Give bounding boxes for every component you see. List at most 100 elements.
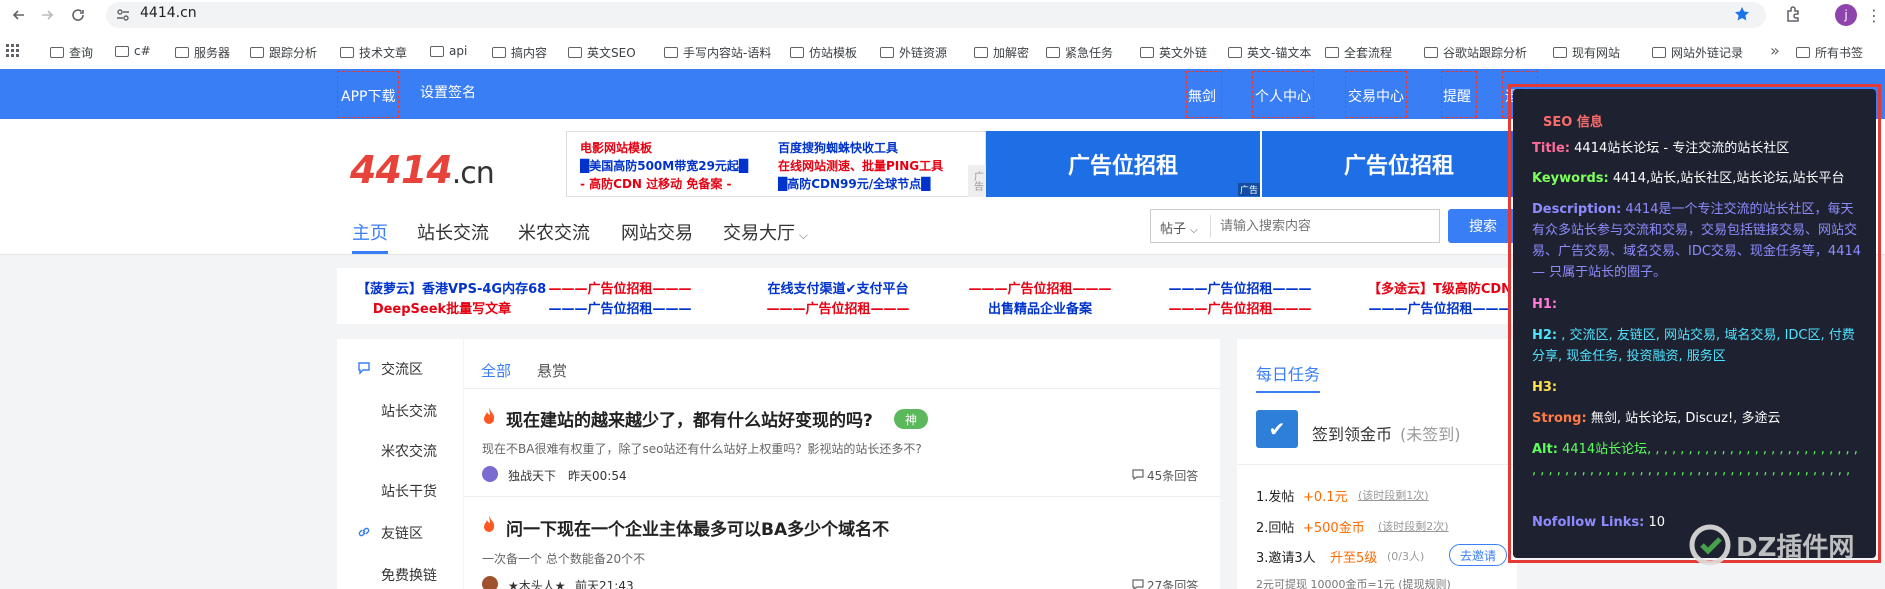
ad-line[interactable]: 电影网站模板 [580, 139, 652, 156]
bookmark-item[interactable]: 技术文章 [340, 44, 407, 61]
bookmark-label: 英文外链 [1159, 46, 1208, 60]
post-title[interactable]: 问一下现在一个企业主体最多可以BA多少个域名不 [506, 515, 889, 540]
comment-icon [1132, 469, 1144, 480]
sidebar-item-domainer[interactable]: 米农交流 [381, 441, 437, 461]
task-note[interactable]: (该时段剩2次) [1378, 518, 1449, 534]
folder-icon [250, 47, 264, 58]
text-ad-link[interactable]: 【多途云】T级高防CDN [1355, 278, 1525, 297]
task-label: 2.回帖 [1256, 521, 1295, 536]
ad-line[interactable]: █高防CDN99元/全球节点█ [778, 175, 930, 192]
sidebar-item-tips[interactable]: 站长干货 [381, 481, 437, 501]
sidebar-section-links[interactable]: 友链区 [381, 523, 423, 543]
profile-avatar[interactable]: j [1835, 4, 1857, 26]
ad-line[interactable]: - 高防CDN 过移动 免备案 - [580, 175, 731, 192]
post-title[interactable]: 现在建站的越来越少了，都有什么站好变现的吗? [506, 406, 873, 431]
bookmark-item[interactable]: 英文-锚文本 [1228, 44, 1311, 61]
signature-link[interactable]: 设置签名 [420, 82, 476, 102]
text-ad-link[interactable]: ———广告位招租——— [535, 298, 705, 317]
signin-link[interactable]: 签到领金币 [1312, 421, 1392, 445]
text-ad-link[interactable]: DeepSeek批量写文章 [357, 298, 527, 317]
bookmark-star-icon[interactable] [1734, 6, 1750, 22]
bookmark-item[interactable]: 手写内容站-语料 [664, 44, 771, 61]
url-text[interactable]: 4414.cn [140, 5, 197, 21]
search-type-select[interactable]: 帖子 ⌵ [1160, 218, 1198, 237]
text-ad-link[interactable]: ———广告位招租——— [1155, 298, 1325, 317]
menu-icon[interactable]: ⋮ [1866, 6, 1882, 25]
folder-icon [664, 47, 678, 58]
text-ad-link[interactable]: ———广告位招租——— [955, 278, 1125, 297]
post-summary[interactable]: 一次备一个 总个数能备20个不 [482, 550, 645, 567]
text-ad-link[interactable]: 【菠萝云】香港VPS-4G内存68 [357, 278, 546, 297]
bookmark-item[interactable]: 服务器 [175, 44, 230, 61]
bookmark-item[interactable]: 现有网站 [1553, 44, 1620, 61]
extensions-icon[interactable] [1784, 5, 1802, 23]
reload-icon[interactable] [67, 4, 89, 26]
nav-site-trade[interactable]: 网站交易 [621, 219, 693, 245]
site-info-icon[interactable] [116, 8, 130, 22]
search-type-label: 帖子 [1160, 222, 1187, 237]
ad-banner[interactable]: 广告位招租 [1262, 131, 1536, 197]
bookmark-item[interactable]: 全套流程 [1325, 44, 1392, 61]
bookmark-item[interactable]: 外链资源 [880, 44, 947, 61]
post-author[interactable]: ★木头人★ [508, 577, 566, 589]
post-author[interactable]: 独战天下 [508, 467, 556, 484]
text-ad-link[interactable]: ———广告位招租——— [535, 278, 705, 297]
folder-icon [492, 47, 506, 58]
sidebar-item-free-links[interactable]: 免费换链 [381, 565, 437, 585]
bookmark-item[interactable]: 网站外链记录 [1652, 44, 1743, 61]
folder-icon [50, 47, 64, 58]
tab-bounty[interactable]: 悬赏 [537, 360, 567, 381]
highlight-box [1252, 71, 1314, 118]
ad-banner[interactable]: 广告位招租 [986, 131, 1260, 197]
seo-header: SEO 信息 [1543, 115, 1603, 130]
nav-domain[interactable]: 米农交流 [518, 219, 590, 245]
text-ad-link[interactable]: ———广告位招租——— [753, 298, 923, 317]
forward-icon[interactable] [36, 4, 58, 26]
task-label: 1.发帖 [1256, 490, 1295, 505]
site-logo[interactable]: 4414.cn [350, 148, 495, 192]
bookmark-item[interactable]: api [430, 44, 467, 58]
invite-button[interactable]: 去邀请 [1449, 544, 1507, 566]
nav-home[interactable]: 主页 [352, 219, 388, 254]
folder-icon [340, 47, 354, 58]
bookmark-item[interactable]: 加解密 [974, 44, 1029, 61]
text-ad-link[interactable]: ———广告位招租——— [1355, 298, 1525, 317]
apps-icon[interactable] [6, 44, 20, 58]
folder-icon [1046, 47, 1060, 58]
avatar[interactable] [482, 466, 498, 482]
ad-line[interactable]: █美国高防500M带宽29元起█ [580, 157, 748, 174]
bookmark-label: 服务器 [194, 46, 231, 60]
reply-count[interactable]: 45条回答 [1147, 467, 1198, 484]
seo-strong-value: 無剑, 站长论坛, Discuz!, 多途云 [1590, 411, 1781, 426]
text-ad-link[interactable]: 出售精品企业备案 [955, 298, 1125, 317]
sidebar-section-exchange[interactable]: 交流区 [381, 359, 423, 379]
all-bookmarks-button[interactable]: 所有书签 [1796, 44, 1863, 61]
post-summary[interactable]: 现在不BA很难有权重了，除了seo站还有什么站好上权重吗？影视站的站长还多不? [482, 440, 922, 457]
address-bar[interactable] [106, 2, 1766, 28]
nav-trade-hall[interactable]: 交易大厅 ⌵ [723, 219, 808, 245]
reply-count[interactable]: 27条回答 [1147, 577, 1198, 589]
task-reward: +500金币 [1303, 521, 1365, 536]
bookmark-item[interactable]: 仿站模板 [790, 44, 857, 61]
bookmark-item[interactable]: 搞内容 [492, 44, 547, 61]
bookmark-item[interactable]: 跟踪分析 [250, 44, 317, 61]
bookmark-item[interactable]: 英文外链 [1140, 44, 1207, 61]
task-note[interactable]: (该时段剩1次) [1358, 487, 1429, 503]
ad-line[interactable]: 在线网站测速、批量PING工具 [778, 157, 943, 174]
avatar[interactable] [482, 576, 498, 589]
tab-all[interactable]: 全部 [481, 360, 511, 381]
text-ad-link[interactable]: ———广告位招租——— [1155, 278, 1325, 297]
bookmark-item[interactable]: 查询 [50, 44, 93, 61]
bookmark-item[interactable]: 紧急任务 [1046, 44, 1113, 61]
back-icon[interactable] [8, 4, 30, 26]
bookmark-item[interactable]: 英文SEO [568, 44, 636, 61]
nav-webmaster[interactable]: 站长交流 [417, 219, 489, 245]
bookmark-item[interactable]: 谷歌站跟踪分析 [1424, 44, 1527, 61]
text-ad-link[interactable]: 在线支付渠道✔支付平台 [753, 278, 923, 297]
sidebar-item-webmaster[interactable]: 站长交流 [381, 401, 437, 421]
seo-nofollow-value: 10 [1648, 515, 1666, 530]
search-input[interactable] [1220, 213, 1430, 239]
bookmarks-more-button[interactable]: » [1770, 41, 1780, 60]
bookmark-item[interactable]: c# [115, 44, 151, 58]
ad-line[interactable]: 百度搜狗蜘蛛快收工具 [778, 139, 898, 156]
